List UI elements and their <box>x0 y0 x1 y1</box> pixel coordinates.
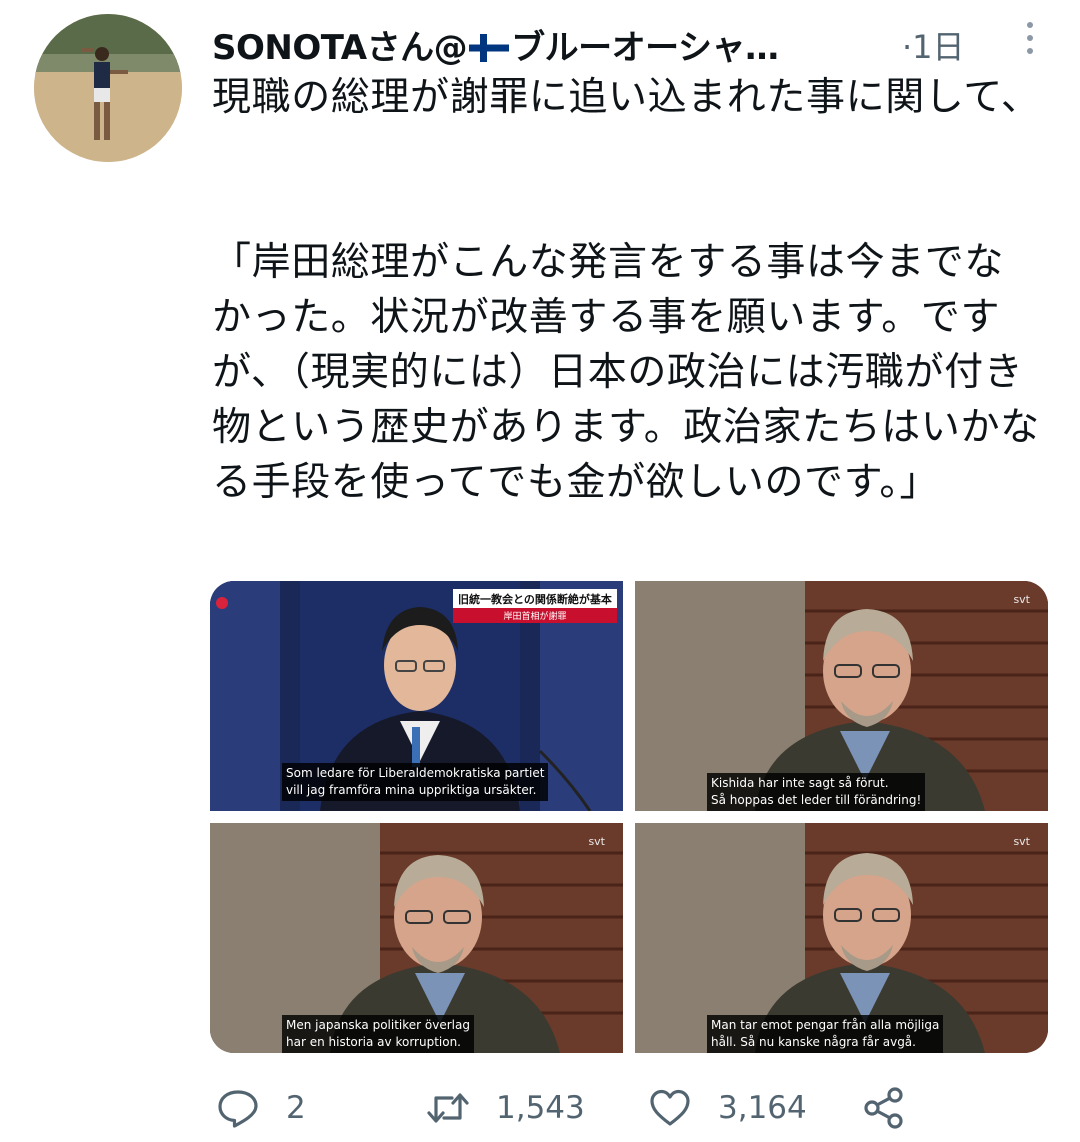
tweet-header: SONOTAさん@ ブルーオーシャ… ·1日 <box>212 18 1042 68</box>
media-image-4[interactable]: svt Man tar emot pengar från alla möjlig… <box>635 823 1048 1053</box>
video-subtitle: Man tar emot pengar från alla möjliga hå… <box>707 1015 944 1053</box>
more-vertical-icon[interactable] <box>1018 18 1042 62</box>
display-name-text: SONOTAさん@ <box>212 28 468 68</box>
svt-logo: svt <box>1013 593 1030 606</box>
svt-logo: svt <box>588 835 605 848</box>
avatar-photo <box>34 14 182 162</box>
video-subtitle: Men japanska politiker överlag har en hi… <box>282 1015 474 1053</box>
heart-icon <box>650 1089 690 1126</box>
tweet-text: 現職の総理が謝罪に追い込まれた事に関して、 「岸田総理がこんな発言をする事は今ま… <box>212 75 1041 505</box>
tweet-actions: 2 1,543 3,164 <box>212 1080 1042 1136</box>
news-ticker: 旧統一教会との関係断絶が基本 <box>453 589 617 609</box>
reply-count: 2 <box>286 1090 306 1126</box>
display-name[interactable]: SONOTAさん@ ブルーオーシャ… <box>212 20 779 69</box>
retweet-icon <box>427 1093 469 1123</box>
reply-button[interactable]: 2 <box>216 1080 306 1136</box>
video-subtitle: Som ledare för Liberaldemokratiska parti… <box>282 763 549 801</box>
avatar[interactable] <box>34 14 182 162</box>
share-icon <box>864 1087 903 1129</box>
svt-logo: svt <box>1013 835 1030 848</box>
like-button[interactable]: 3,164 <box>648 1080 807 1136</box>
video-subtitle: Kishida har inte sagt så förut. Så hoppa… <box>707 773 926 811</box>
tweet-timestamp[interactable]: ·1日 <box>902 22 965 68</box>
news-ticker-sub: 岸田首相が謝罪 <box>453 608 617 623</box>
media-grid: 旧統一教会との関係断絶が基本 岸田首相が謝罪 Som ledare för Li… <box>210 581 1048 1053</box>
media-image-2[interactable]: svt Kishida har inte sagt så förut. Så h… <box>635 581 1048 811</box>
reply-icon <box>218 1090 258 1128</box>
display-name-suffix: ブルーオーシャ… <box>511 28 779 68</box>
media-image-1[interactable]: 旧統一教会との関係断絶が基本 岸田首相が謝罪 Som ledare för Li… <box>210 581 623 811</box>
media-image-3[interactable]: svt Men japanska politiker överlag har e… <box>210 823 623 1053</box>
share-button[interactable] <box>862 1080 906 1136</box>
like-count: 3,164 <box>718 1090 807 1126</box>
finland-flag-icon <box>469 34 510 62</box>
retweet-count: 1,543 <box>496 1090 585 1126</box>
retweet-button[interactable]: 1,543 <box>426 1080 585 1136</box>
